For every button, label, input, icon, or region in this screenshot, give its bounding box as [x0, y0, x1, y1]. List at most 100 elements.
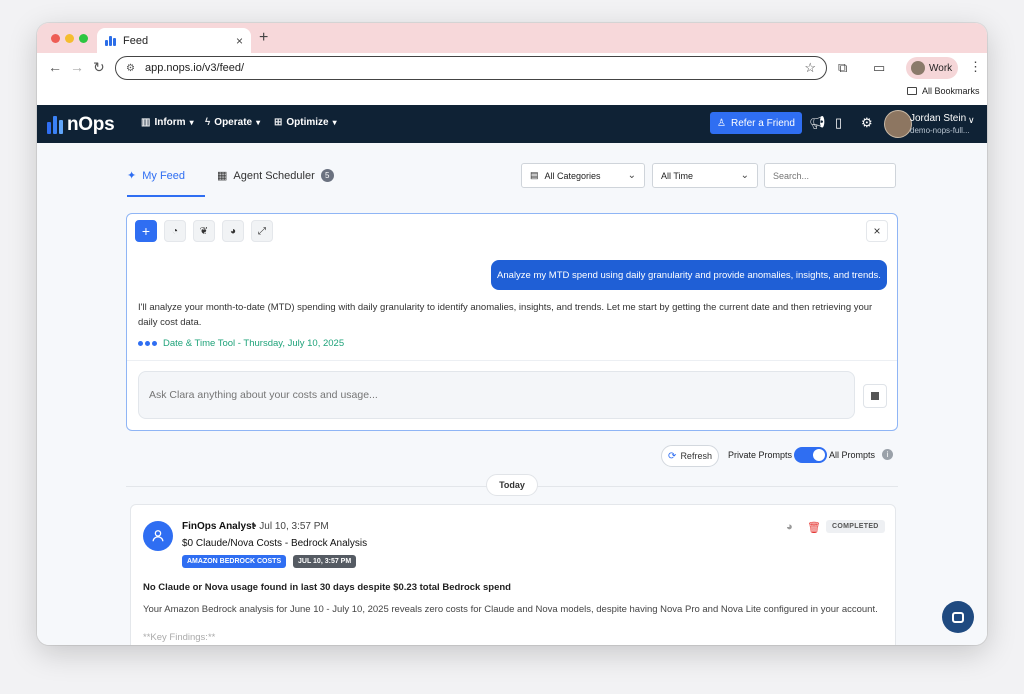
- main-content: ✦ My Feed ▦ Agent Scheduler 5 ▤ All Cate…: [37, 143, 987, 645]
- trash-icon[interactable]: 🗑︎: [807, 521, 821, 534]
- profile-avatar: [911, 61, 925, 75]
- all-prompts-label: All Prompts: [829, 450, 876, 460]
- browser-window: Feed × + ← → ↻ ⚙ app.nops.io/v3/feed/ ☆ …: [37, 23, 987, 645]
- gear-icon[interactable]: ⚙: [861, 115, 873, 131]
- chart-pie-icon[interactable]: ◕: [222, 220, 244, 242]
- refresh-icon: ⟳: [668, 450, 677, 462]
- menu-operate[interactable]: ϟ Operate ▾: [205, 117, 260, 128]
- all-bookmarks-button[interactable]: All Bookmarks: [907, 86, 980, 96]
- stop-icon: [871, 392, 879, 400]
- clara-prompt-input[interactable]: [138, 371, 855, 419]
- nops-favicon-icon: [105, 35, 117, 46]
- megaphone-icon[interactable]: 📢︎: [809, 115, 826, 131]
- user-message-bubble: Analyze my MTD spend using daily granula…: [491, 260, 887, 290]
- tab-agent-scheduler[interactable]: ▦ Agent Scheduler 5: [217, 169, 334, 182]
- bookmarks-bar: All Bookmarks: [37, 83, 987, 103]
- new-tab-button[interactable]: +: [259, 29, 268, 47]
- profile-label: Work: [929, 62, 953, 74]
- feed-tabs: ✦ My Feed ▦ Agent Scheduler 5: [127, 161, 427, 199]
- browser-toolbar: ← → ↻ ⚙ app.nops.io/v3/feed/ ☆ ⧉ ▭ Work …: [37, 53, 987, 83]
- folder-icon: [907, 87, 917, 95]
- user-name: Jordan Stein: [910, 113, 967, 124]
- category-filter-value: All Categories: [544, 170, 601, 181]
- tab-title: Feed: [123, 34, 149, 47]
- close-window-button[interactable]: [51, 34, 60, 43]
- card-time: • Jul 10, 3:57 PM: [253, 521, 329, 532]
- chevron-down-icon: ▾: [332, 118, 337, 127]
- scheduler-count-badge: 5: [320, 169, 334, 182]
- cast-icon[interactable]: ▭: [873, 60, 885, 76]
- active-tab-indicator: [127, 195, 205, 197]
- calendar-icon: ▦: [217, 170, 228, 182]
- private-prompts-label: Private Prompts: [728, 450, 793, 460]
- chat-bubble-icon: [952, 611, 964, 623]
- logo-text: nOps: [67, 114, 115, 135]
- analyst-avatar: [143, 521, 173, 551]
- menu-optimize-label: Optimize: [286, 117, 329, 128]
- assistant-reply: I'll analyze your month-to-date (MTD) sp…: [138, 302, 873, 328]
- toggle-knob: [813, 449, 825, 461]
- tab-my-feed-label: My Feed: [142, 169, 186, 182]
- site-settings-icon[interactable]: ⚙: [126, 63, 135, 74]
- support-chat-button[interactable]: [942, 601, 974, 633]
- refresh-label: Refresh: [680, 451, 712, 461]
- forward-arrow-icon[interactable]: →: [70, 59, 84, 75]
- menu-inform[interactable]: ▥ Inform ▾: [141, 117, 194, 128]
- sliders-icon: ⊞: [274, 117, 283, 128]
- chevron-down-icon: ⌄: [627, 170, 636, 181]
- card-time-value: Jul 10, 3:57 PM: [259, 521, 329, 532]
- new-chat-button[interactable]: +: [135, 220, 157, 242]
- chart-pie-icon[interactable]: ◕: [786, 521, 793, 533]
- minimize-window-button[interactable]: [65, 34, 74, 43]
- feed-search-input[interactable]: [764, 163, 896, 188]
- feed-card[interactable]: FinOps Analyst • Jul 10, 3:57 PM $0 Clau…: [130, 504, 896, 645]
- history-clock-icon[interactable]: ◔: [164, 220, 186, 242]
- card-body: Your Amazon Bedrock analysis for June 10…: [143, 604, 878, 615]
- nops-logo[interactable]: nOps: [47, 114, 115, 136]
- card-title: $0 Claude/Nova Costs - Bedrock Analysis: [182, 538, 368, 549]
- tab-close-icon[interactable]: ×: [236, 34, 243, 48]
- time-filter-select[interactable]: All Time ⌄: [652, 163, 758, 188]
- bar-chart-icon: ▥: [141, 117, 151, 128]
- expand-icon[interactable]: ⤢: [251, 220, 273, 242]
- browser-menu-icon[interactable]: ⋮: [969, 59, 982, 75]
- card-author: FinOps Analyst: [182, 521, 255, 532]
- prompts-visibility-toggle[interactable]: [794, 447, 827, 463]
- refer-friend-button[interactable]: ♙ Refer a Friend: [710, 112, 802, 134]
- refresh-button[interactable]: ⟳ Refresh: [661, 445, 719, 467]
- reload-icon[interactable]: ↻: [93, 59, 105, 76]
- document-icon: ▤: [530, 170, 539, 180]
- logo-bars-icon: [47, 116, 63, 134]
- person-icon: [152, 530, 164, 542]
- bookmark-star-icon[interactable]: ☆: [804, 60, 816, 76]
- menu-optimize[interactable]: ⊞ Optimize ▾: [274, 117, 337, 128]
- day-label: Today: [486, 474, 538, 496]
- user-menu-chevron-icon[interactable]: ∨: [968, 115, 975, 126]
- profile-button[interactable]: Work: [906, 57, 958, 79]
- tag-bedrock-costs[interactable]: AMAZON BEDROCK COSTS: [182, 555, 287, 568]
- stop-generation-button[interactable]: [863, 384, 887, 408]
- book-icon[interactable]: ▯: [835, 115, 842, 131]
- url-text: app.nops.io/v3/feed/: [144, 62, 245, 74]
- info-icon[interactable]: i: [882, 449, 893, 460]
- loading-dots-icon: [138, 341, 157, 346]
- bolt-icon: ϟ: [205, 117, 211, 128]
- chat-close-button[interactable]: ×: [866, 220, 888, 242]
- address-bar[interactable]: ⚙ app.nops.io/v3/feed/ ☆: [115, 56, 827, 80]
- browser-tab-feed[interactable]: Feed ×: [97, 28, 251, 53]
- maximize-window-button[interactable]: [79, 34, 88, 43]
- category-filter-select[interactable]: ▤ All Categories ⌄: [521, 163, 645, 188]
- brain-icon[interactable]: ❦: [193, 220, 215, 242]
- back-arrow-icon[interactable]: ←: [48, 59, 62, 75]
- tool-status-label: Date & Time Tool - Thursday, July 10, 20…: [163, 338, 345, 349]
- sparkle-icon: ✦: [127, 170, 137, 182]
- extensions-icon[interactable]: ⧉: [838, 60, 847, 76]
- tab-my-feed[interactable]: ✦ My Feed: [127, 169, 186, 183]
- card-headline: No Claude or Nova usage found in last 30…: [143, 582, 511, 593]
- tool-status: Date & Time Tool - Thursday, July 10, 20…: [138, 338, 344, 349]
- user-avatar[interactable]: [884, 110, 912, 138]
- clara-chat-panel: + ◔ ❦ ◕ ⤢ × Analyze my MTD spend using d…: [126, 213, 898, 431]
- tab-bar: Feed × +: [37, 23, 987, 53]
- status-badge: COMPLETED: [826, 520, 885, 533]
- user-org: demo-nops-full...: [910, 126, 970, 135]
